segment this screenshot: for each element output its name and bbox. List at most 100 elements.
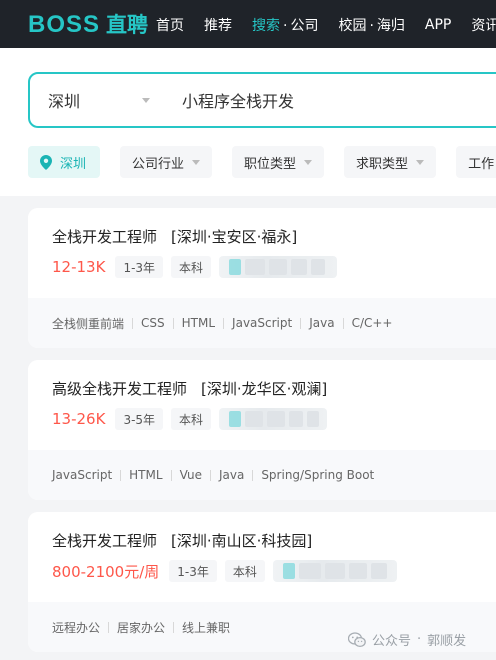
blur-block: [298, 563, 321, 579]
nav-item-app[interactable]: APP: [425, 17, 451, 33]
blur-block: [324, 563, 345, 579]
nav-menu: 首页 推荐 搜索 · 公司 校园 · 海归 APP 资讯: [156, 15, 496, 35]
blur-block: [289, 411, 304, 427]
job-card-header: 全栈开发工程师 [深圳·宝安区·福永] 12-13K 1-3年 本科: [28, 208, 496, 298]
filter-seek-type-label: 求职类型: [356, 156, 409, 172]
divider: [300, 317, 302, 329]
location-pin-icon: [40, 154, 52, 170]
boss-logo[interactable]: BOSS 直聘: [28, 9, 148, 39]
nav-item-company-label[interactable]: 公司: [290, 18, 318, 34]
divider: [173, 621, 175, 633]
filter-city[interactable]: 深圳: [28, 146, 101, 178]
divider: [120, 469, 122, 481]
search-box: 深圳 小程序全栈开发: [28, 72, 496, 128]
job-card[interactable]: 全栈开发工程师 [深圳·宝安区·福永] 12-13K 1-3年 本科 全栈侧重前端…: [28, 208, 496, 348]
blur-block: [229, 259, 242, 275]
skill-tag: 远程办公: [52, 620, 101, 635]
job-card-header: 全栈开发工程师 [深圳·南山区·科技园] 800-2100元/周 1-3年 本科: [28, 512, 496, 602]
chevron-down-icon: [192, 159, 201, 165]
job-area: [深圳·宝安区·福永]: [171, 228, 298, 246]
divider: [252, 469, 254, 481]
job-salary: 13-26K: [52, 410, 106, 428]
skill-list: JavaScript HTML Vue Java Spring/Spring B…: [52, 466, 374, 484]
skill-tag: 居家办公: [117, 620, 166, 635]
city-select[interactable]: 深圳: [48, 88, 168, 112]
skill-tag: JavaScript: [232, 316, 293, 330]
blurred-contact: [219, 256, 338, 278]
job-title: 全栈开发工程师: [52, 532, 158, 550]
nav-item-search-label: 搜索: [252, 18, 280, 34]
job-card[interactable]: 高级全栈开发工程师 [深圳·龙华区·观澜] 13-26K 3-5年 本科 Java…: [28, 360, 496, 500]
nav-item-campus[interactable]: 校园 · 海归: [338, 15, 404, 35]
divider: [132, 317, 134, 329]
blurred-contact: [272, 560, 397, 582]
skill-tag: HTML: [181, 316, 216, 330]
skill-list: 全栈侧重前端 CSS HTML JavaScript Java C/C++: [52, 314, 392, 332]
job-title-line[interactable]: 全栈开发工程师 [深圳·宝安区·福永]: [52, 226, 297, 247]
divider: [209, 469, 211, 481]
filter-job-type-label: 职位类型: [244, 156, 297, 172]
chevron-down-icon[interactable]: [142, 98, 150, 103]
divider: [342, 317, 344, 329]
job-area: [深圳·南山区·科技园]: [171, 532, 313, 550]
skill-tag: Vue: [179, 468, 202, 482]
search-input[interactable]: 小程序全栈开发: [182, 88, 482, 112]
skill-tag: Spring/Spring Boot: [261, 468, 375, 482]
job-tag-experience: 3-5年: [115, 408, 164, 430]
job-card-footer: 全栈侧重前端 CSS HTML JavaScript Java C/C++: [28, 298, 496, 348]
nav-item-overseas-label[interactable]: 海归: [377, 18, 405, 34]
watermark-name: 郭顺发: [427, 634, 467, 649]
skill-tag: 线上兼职: [182, 620, 231, 635]
job-title-line[interactable]: 高级全栈开发工程师 [深圳·龙华区·观澜]: [52, 378, 327, 399]
job-tag-experience: 1-3年: [115, 256, 164, 278]
nav-item-campus-label: 校园: [338, 18, 367, 34]
blur-block: [282, 563, 295, 579]
job-salary: 12-13K: [52, 258, 106, 276]
chevron-down-icon: [304, 159, 313, 165]
divider: [170, 469, 172, 481]
nav-dot: ·: [369, 18, 374, 34]
job-tag-degree: 本科: [171, 256, 212, 278]
wechat-icon: [348, 631, 366, 648]
skill-tag: Java: [218, 468, 245, 482]
skill-list: 远程办公 居家办公 线上兼职: [52, 618, 230, 636]
logo-boss-text: BOSS: [28, 11, 101, 38]
filter-work-label: 工作: [468, 156, 495, 172]
search-section: 深圳 小程序全栈开发 深圳 公司行业 职位类型 求职类型 工作: [0, 48, 496, 196]
filter-industry[interactable]: 公司行业: [120, 146, 213, 178]
filter-bar: 深圳 公司行业 职位类型 求职类型 工作: [28, 146, 496, 180]
job-title-line[interactable]: 全栈开发工程师 [深圳·南山区·科技园]: [52, 530, 312, 551]
divider: [223, 317, 225, 329]
blur-block: [267, 411, 286, 427]
filter-seek-type[interactable]: 求职类型: [344, 146, 437, 178]
job-tag-experience: 1-3年: [169, 560, 217, 582]
divider: [172, 317, 174, 329]
top-nav: BOSS 直聘 首页 推荐 搜索 · 公司 校园 · 海归 APP 资讯: [0, 0, 496, 48]
skill-tag: CSS: [141, 316, 165, 330]
job-card-header: 高级全栈开发工程师 [深圳·龙华区·观澜] 13-26K 3-5年 本科: [28, 360, 496, 450]
nav-item-home[interactable]: 首页: [156, 15, 184, 35]
blur-block: [348, 563, 367, 579]
job-meta: 12-13K 1-3年 本科: [52, 256, 338, 278]
filter-work[interactable]: 工作: [456, 146, 496, 178]
job-tag-degree: 本科: [171, 408, 212, 430]
skill-tag: Java: [309, 316, 335, 330]
watermark-prefix: 公众号: [372, 634, 412, 649]
blur-block: [269, 259, 288, 275]
wechat-watermark: 公众号 · 郭顺发: [348, 630, 466, 649]
skill-tag: C/C++: [351, 316, 393, 330]
blur-block: [245, 411, 264, 427]
nav-item-news[interactable]: 资讯: [471, 15, 496, 35]
job-card-footer: JavaScript HTML Vue Java Spring/Spring B…: [28, 450, 496, 500]
blur-block: [229, 411, 242, 427]
skill-tag: 全栈侧重前端: [52, 316, 125, 331]
blurred-contact: [219, 408, 328, 430]
blur-block: [370, 563, 387, 579]
job-meta: 13-26K 3-5年 本科: [52, 408, 328, 430]
chevron-down-icon: [416, 159, 425, 165]
filter-job-type[interactable]: 职位类型: [232, 146, 325, 178]
nav-item-recommend[interactable]: 推荐: [204, 15, 232, 35]
filter-city-label: 深圳: [60, 156, 87, 172]
job-meta: 800-2100元/周 1-3年 本科: [52, 560, 397, 582]
nav-item-search[interactable]: 搜索 · 公司: [252, 15, 318, 35]
